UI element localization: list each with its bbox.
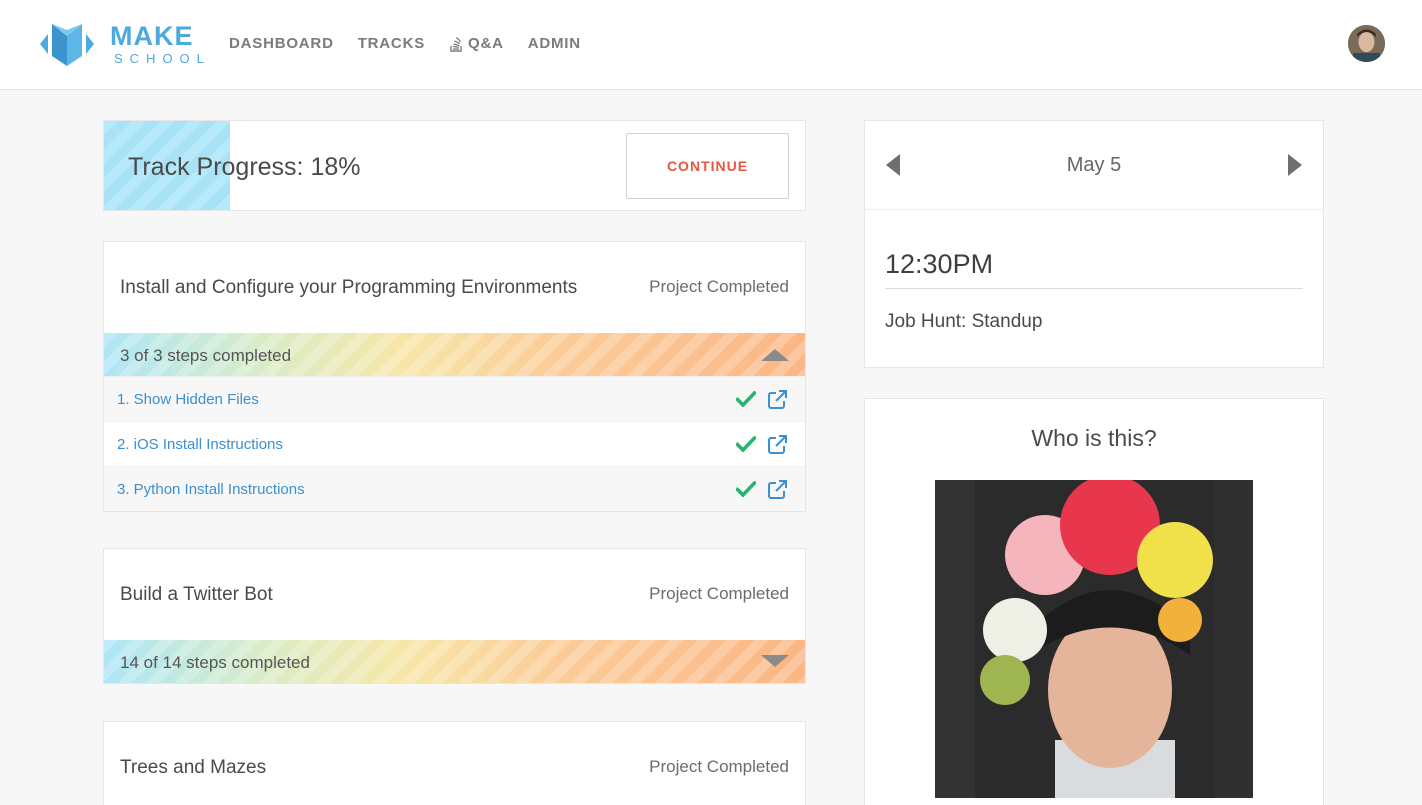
nav-dashboard-label: DASHBOARD	[229, 35, 334, 52]
external-link-icon[interactable]	[767, 389, 788, 410]
nav-tracks[interactable]: TRACKS	[358, 35, 425, 52]
event-time: 12:30PM	[885, 249, 994, 279]
logo-mark-icon	[40, 24, 94, 66]
nav-dashboard[interactable]: DASHBOARD	[229, 35, 334, 52]
steps-toggle-bar[interactable]: 14 of 14 steps completed	[104, 640, 805, 683]
nav-admin-label: ADMIN	[527, 35, 581, 52]
stack-icon	[450, 36, 462, 52]
caret-up-icon[interactable]	[761, 349, 789, 361]
top-navbar: MAKE SCHOOL DASHBOARD TRACKS Q&A ADMIN	[0, 0, 1422, 90]
caret-down-icon[interactable]	[761, 655, 789, 667]
project-title: Build a Twitter Bot	[120, 584, 273, 605]
logo-text: MAKE SCHOOL	[110, 21, 211, 66]
steps-count: 3 of 3 steps completed	[120, 346, 292, 365]
nav-qa-label: Q&A	[468, 35, 504, 52]
track-progress-label: Track Progress: 18%	[128, 153, 361, 181]
calendar-date: May 5	[1066, 154, 1122, 176]
project-header[interactable]: Trees and Mazes Project Completed	[104, 722, 805, 805]
check-icon	[736, 481, 756, 497]
step-link[interactable]: 3. Python Install Instructions	[117, 481, 305, 498]
calendar-card: May 5 12:30PM Job Hunt: Standup	[864, 120, 1324, 368]
external-link-icon[interactable]	[767, 434, 788, 455]
continue-button[interactable]: CONTINUE	[626, 133, 789, 199]
main-nav: DASHBOARD TRACKS Q&A ADMIN	[229, 35, 605, 52]
nav-tracks-label: TRACKS	[357, 35, 426, 52]
event-title[interactable]: Job Hunt: Standup	[885, 311, 1042, 333]
project-header[interactable]: Install and Configure your Programming E…	[104, 242, 805, 333]
project-status: Project Completed	[649, 277, 789, 296]
step-row: 3. Python Install Instructions	[104, 466, 805, 511]
check-icon	[736, 391, 756, 407]
project-card: Trees and Mazes Project Completed	[103, 721, 806, 805]
person-photo	[935, 480, 1253, 798]
external-link-icon[interactable]	[767, 479, 788, 500]
logo-make: MAKE	[110, 21, 194, 51]
step-row: 2. iOS Install Instructions	[104, 421, 805, 466]
project-card: Install and Configure your Programming E…	[103, 241, 806, 512]
steps-toggle-bar[interactable]: 3 of 3 steps completed	[104, 333, 805, 376]
avatar-image	[1348, 25, 1385, 62]
step-link[interactable]: 1. Show Hidden Files	[117, 391, 259, 408]
who-is-this-card: Who is this?	[864, 398, 1324, 805]
step-row: 1. Show Hidden Files	[104, 376, 805, 421]
nav-admin[interactable]: ADMIN	[528, 35, 581, 52]
next-day-icon[interactable]	[1288, 154, 1302, 176]
project-title: Trees and Mazes	[120, 757, 267, 778]
check-icon	[736, 436, 756, 452]
person-photo-illustration	[935, 480, 1253, 798]
who-is-this-title: Who is this?	[1031, 425, 1157, 451]
nav-qa[interactable]: Q&A	[449, 35, 504, 52]
project-title: Install and Configure your Programming E…	[120, 277, 578, 298]
steps-count: 14 of 14 steps completed	[120, 653, 310, 672]
event-divider	[885, 288, 1303, 289]
project-status: Project Completed	[649, 757, 789, 776]
make-school-logo[interactable]: MAKE SCHOOL	[38, 22, 211, 66]
project-card: Build a Twitter Bot Project Completed 14…	[103, 548, 806, 684]
logo-school: SCHOOL	[114, 51, 211, 66]
project-header[interactable]: Build a Twitter Bot Project Completed	[104, 549, 805, 640]
user-avatar[interactable]	[1348, 25, 1385, 62]
project-status: Project Completed	[649, 584, 789, 603]
calendar-header: May 5	[865, 121, 1323, 210]
step-link[interactable]: 2. iOS Install Instructions	[117, 436, 283, 453]
track-progress-card: Track Progress: 18% CONTINUE	[103, 120, 806, 211]
